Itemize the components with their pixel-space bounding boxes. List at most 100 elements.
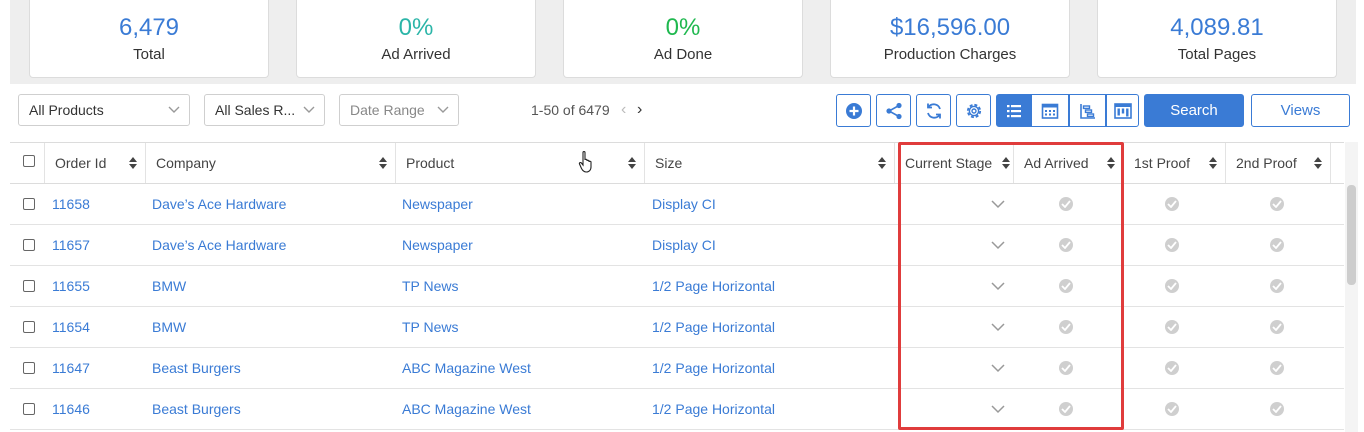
stat-value: 0%: [398, 14, 434, 41]
size-link[interactable]: Display CI: [652, 184, 716, 224]
row-checkbox[interactable]: [23, 239, 35, 251]
size-link[interactable]: 1/2 Page Horizontal: [652, 389, 775, 429]
sort-icon[interactable]: [1209, 157, 1217, 169]
calendar-view-button[interactable]: [1031, 94, 1069, 127]
products-filter-value: All Products: [29, 102, 104, 118]
stat-value: 6,479: [118, 14, 180, 41]
stat-value: 0%: [665, 14, 701, 41]
column-header-order-id[interactable]: Order Id: [45, 143, 146, 183]
stat-label: Ad Done: [653, 46, 713, 63]
first-proof-status-icon[interactable]: [1165, 279, 1179, 293]
column-header-1st-proof[interactable]: 1st Proof: [1124, 143, 1226, 183]
select-all-header: [10, 143, 45, 183]
company-link[interactable]: BMW: [152, 307, 186, 347]
row-checkbox[interactable]: [23, 362, 35, 374]
size-link[interactable]: 1/2 Page Horizontal: [652, 307, 775, 347]
row-checkbox[interactable]: [23, 198, 35, 210]
product-link[interactable]: TP News: [402, 266, 459, 306]
order-id-link[interactable]: 11654: [52, 307, 90, 347]
sales-rep-filter-select[interactable]: All Sales R...: [204, 94, 325, 126]
second-proof-status-icon[interactable]: [1270, 238, 1284, 252]
column-header-label: Order Id: [55, 155, 107, 171]
product-link[interactable]: Newspaper: [402, 225, 473, 265]
company-link[interactable]: BMW: [152, 266, 186, 306]
stat-label: Ad Arrived: [381, 46, 451, 63]
first-proof-status-icon[interactable]: [1165, 197, 1179, 211]
first-proof-status-icon[interactable]: [1165, 238, 1179, 252]
highlight-box: [898, 142, 1124, 430]
table-row: 11647 Beast Burgers ABC Magazine West 1/2 P…: [10, 348, 1344, 389]
refresh-button[interactable]: [916, 94, 951, 127]
table-header: Order Id Company Product Size Current St…: [10, 142, 1344, 184]
prev-page-icon[interactable]: ‹: [621, 101, 633, 118]
table-row: 11658 Dave’s Ace Hardware Newspaper Display…: [10, 184, 1344, 225]
scrollbar-thumb[interactable]: [1347, 185, 1356, 285]
order-id-link[interactable]: 11658: [52, 184, 90, 224]
stat-card-total: 6,479 Total: [29, 0, 269, 78]
date-range-select[interactable]: Date Range: [339, 94, 459, 126]
second-proof-status-icon[interactable]: [1270, 361, 1284, 375]
orders-table: Order Id Company Product Size Current St…: [10, 142, 1344, 432]
column-header-size[interactable]: Size: [645, 143, 895, 183]
product-link[interactable]: TP News: [402, 307, 459, 347]
second-proof-status-icon[interactable]: [1270, 197, 1284, 211]
date-range-value: Date Range: [350, 102, 425, 118]
board-view-button[interactable]: [1106, 94, 1139, 127]
order-id-link[interactable]: 11646: [52, 389, 90, 429]
share-button[interactable]: [876, 94, 911, 127]
share-icon: [885, 102, 902, 119]
sort-icon[interactable]: [878, 157, 886, 169]
company-link[interactable]: Dave’s Ace Hardware: [152, 184, 286, 224]
chevron-down-icon: [303, 106, 315, 113]
first-proof-status-icon[interactable]: [1165, 320, 1179, 334]
sort-icon[interactable]: [1314, 157, 1322, 169]
order-id-link[interactable]: 11655: [52, 266, 90, 306]
add-icon: [845, 102, 862, 119]
select-all-checkbox[interactable]: [23, 155, 35, 167]
column-header-company[interactable]: Company: [146, 143, 396, 183]
row-checkbox[interactable]: [23, 280, 35, 292]
sort-icon[interactable]: [628, 157, 636, 169]
sales-rep-filter-value: All Sales R...: [215, 102, 296, 118]
product-link[interactable]: Newspaper: [402, 184, 473, 224]
list-view-button[interactable]: [996, 94, 1031, 127]
order-id-link[interactable]: 11647: [52, 348, 90, 388]
product-link[interactable]: ABC Magazine West: [402, 348, 531, 388]
stat-value: 4,089.81: [1170, 14, 1264, 41]
stat-label: Production Charges: [883, 46, 1017, 63]
size-link[interactable]: 1/2 Page Horizontal: [652, 266, 775, 306]
chevron-down-icon: [437, 106, 449, 113]
settings-button[interactable]: [956, 94, 991, 127]
table-row: 11657 Dave’s Ace Hardware Newspaper Display…: [10, 225, 1344, 266]
products-filter-select[interactable]: All Products: [18, 94, 190, 126]
next-page-icon[interactable]: ›: [637, 101, 649, 118]
column-header-label: Company: [156, 155, 216, 171]
row-checkbox[interactable]: [23, 321, 35, 333]
stat-value: $16,596.00: [889, 14, 1011, 41]
size-link[interactable]: Display CI: [652, 225, 716, 265]
settings-icon: [966, 103, 981, 118]
size-link[interactable]: 1/2 Page Horizontal: [652, 348, 775, 388]
company-link[interactable]: Dave’s Ace Hardware: [152, 225, 286, 265]
second-proof-status-icon[interactable]: [1270, 279, 1284, 293]
gantt-view-button[interactable]: [1069, 94, 1106, 127]
first-proof-status-icon[interactable]: [1165, 361, 1179, 375]
company-link[interactable]: Beast Burgers: [152, 389, 241, 429]
first-proof-status-icon[interactable]: [1165, 402, 1179, 416]
product-link[interactable]: ABC Magazine West: [402, 389, 531, 429]
list-view-icon: [1006, 104, 1021, 117]
column-header-label: Size: [655, 155, 683, 171]
row-checkbox[interactable]: [23, 403, 35, 415]
second-proof-status-icon[interactable]: [1270, 320, 1284, 334]
company-link[interactable]: Beast Burgers: [152, 348, 241, 388]
search-button[interactable]: Search: [1144, 94, 1244, 127]
add-button[interactable]: [836, 94, 871, 127]
sort-icon[interactable]: [379, 157, 387, 169]
views-button[interactable]: Views: [1251, 94, 1350, 127]
sort-icon[interactable]: [129, 157, 137, 169]
column-header-2nd-proof[interactable]: 2nd Proof: [1226, 143, 1331, 183]
pagination-info: 1-50 of 6479: [531, 102, 610, 118]
second-proof-status-icon[interactable]: [1270, 402, 1284, 416]
column-header-product[interactable]: Product: [396, 143, 645, 183]
order-id-link[interactable]: 11657: [52, 225, 90, 265]
